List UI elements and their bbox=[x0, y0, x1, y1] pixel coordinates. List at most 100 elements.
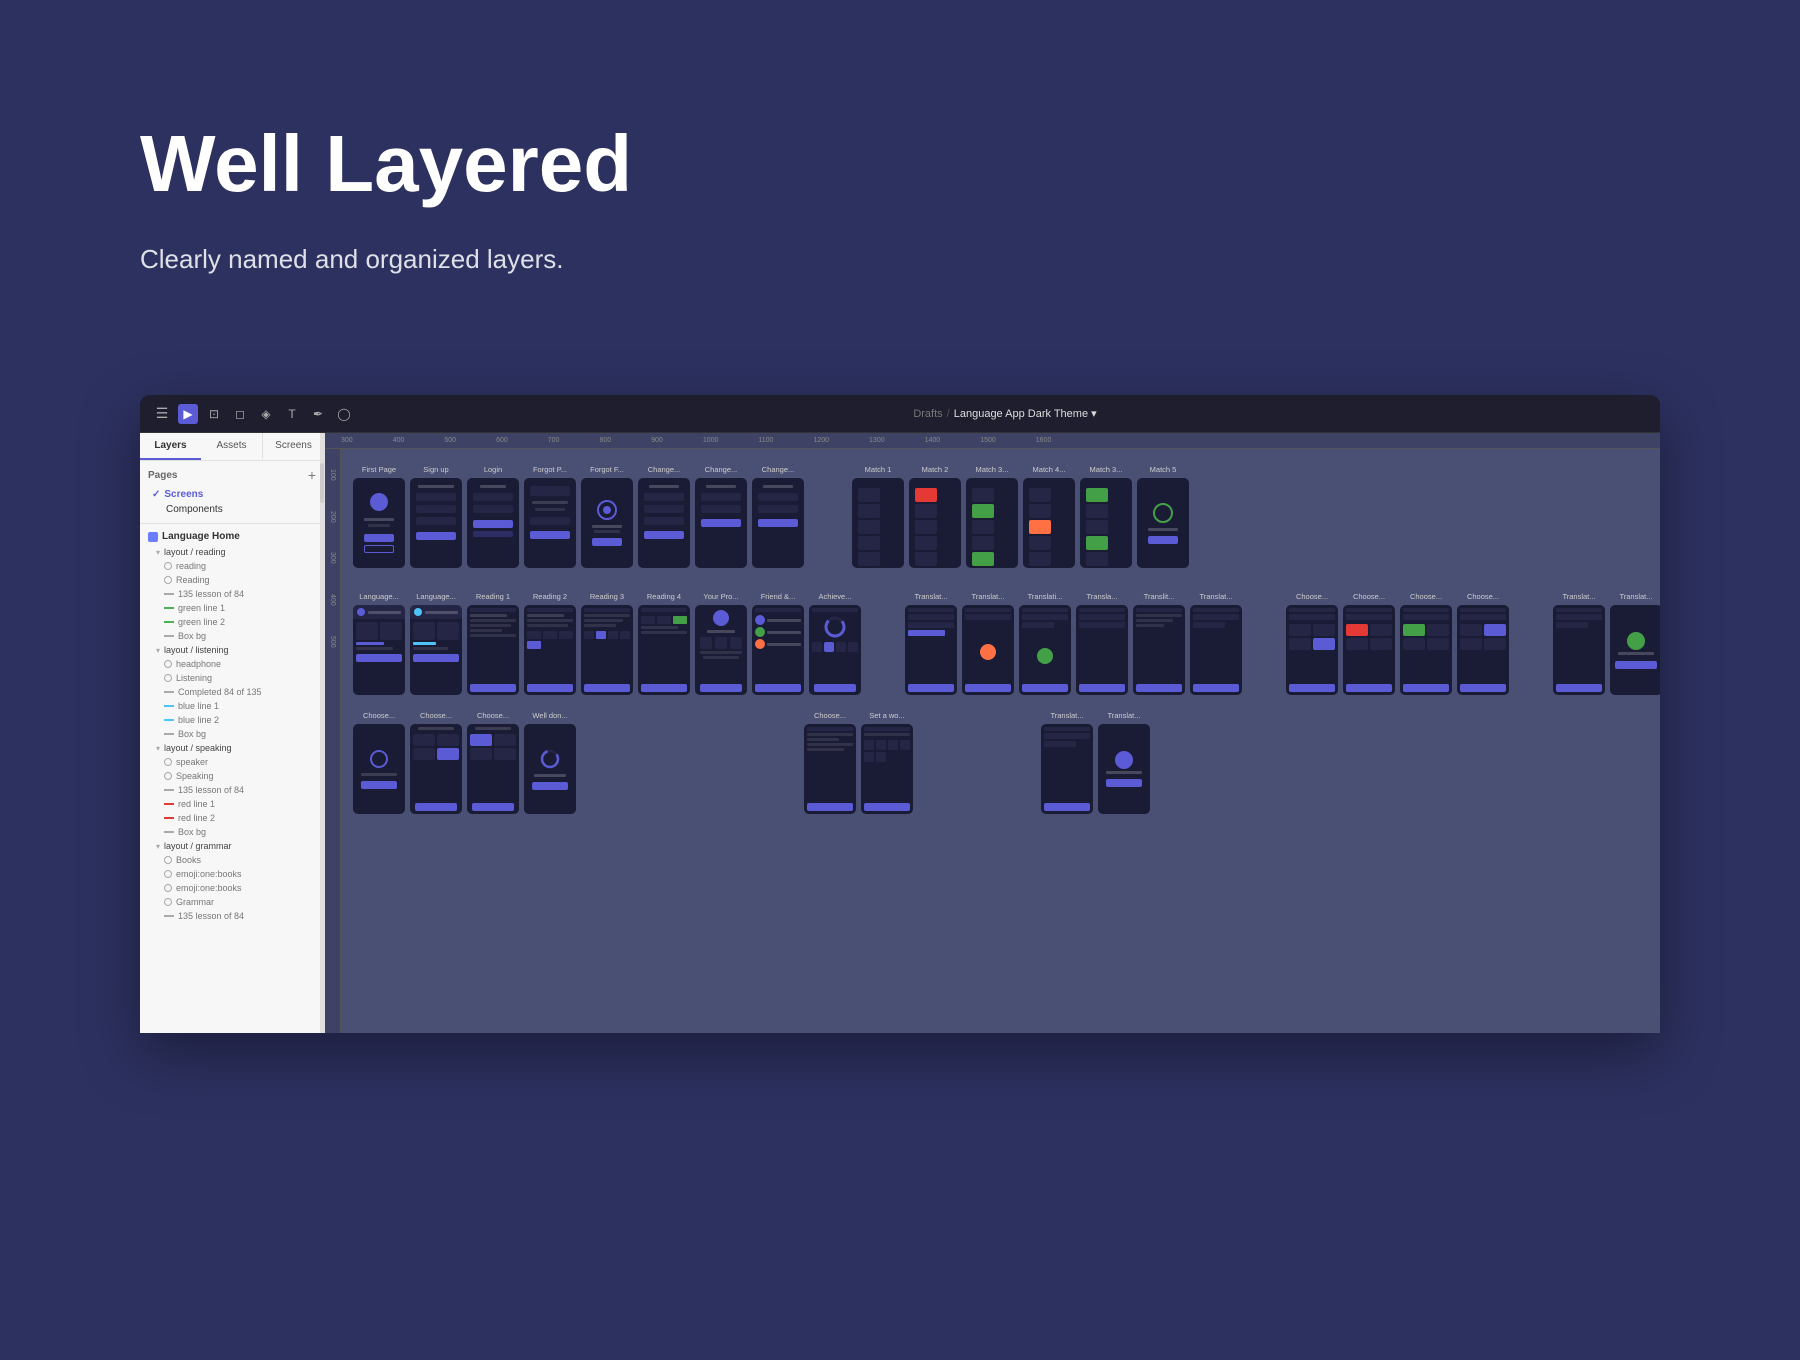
frame-tool[interactable]: ⊡ bbox=[204, 404, 224, 424]
screen-forgot-p[interactable] bbox=[524, 478, 576, 568]
screen-signup[interactable] bbox=[410, 478, 462, 568]
translate-screens bbox=[905, 605, 1242, 695]
screen-achievements[interactable] bbox=[809, 605, 861, 695]
screen-match-5[interactable] bbox=[1080, 478, 1132, 568]
layer-speaker[interactable]: speaker bbox=[140, 755, 324, 769]
layer-Speaking[interactable]: Speaking bbox=[140, 769, 324, 783]
layer-135-lesson-speak[interactable]: 135 lesson of 84 bbox=[140, 783, 324, 797]
page-components[interactable]: Components bbox=[148, 502, 316, 517]
layer-name: green line 1 bbox=[178, 603, 225, 613]
screen-translate-5[interactable] bbox=[1133, 605, 1185, 695]
layer-Reading[interactable]: Reading bbox=[140, 573, 324, 587]
layer-headphone[interactable]: headphone bbox=[140, 657, 324, 671]
shape-tool[interactable]: ◻ bbox=[230, 404, 250, 424]
tab-layers[interactable]: Layers bbox=[140, 433, 201, 460]
screen-label: Language... bbox=[410, 592, 462, 601]
screen-language-home-2[interactable] bbox=[410, 605, 462, 695]
layer-blue-1[interactable]: blue line 1 bbox=[140, 699, 324, 713]
layer-red-1[interactable]: red line 1 bbox=[140, 797, 324, 811]
canvas[interactable]: 300 400 500 600 700 800 900 1000 1100 12… bbox=[325, 433, 1660, 1033]
layer-completed[interactable]: Completed 84 of 135 bbox=[140, 685, 324, 699]
layer-box-bg-speaking[interactable]: Box bg bbox=[140, 825, 324, 839]
screen-change-3[interactable] bbox=[752, 478, 804, 568]
translate2-screens bbox=[1553, 605, 1660, 695]
screen-your-profile[interactable] bbox=[695, 605, 747, 695]
tab-assets[interactable]: Assets bbox=[201, 433, 262, 460]
screen-label: Translat... bbox=[962, 592, 1014, 601]
screen-change-2[interactable] bbox=[695, 478, 747, 568]
ruler-label: 1200 bbox=[813, 437, 829, 444]
component-tool[interactable]: ◈ bbox=[256, 404, 276, 424]
choose-set-screens bbox=[804, 724, 913, 814]
pen-tool[interactable]: ✒ bbox=[308, 404, 328, 424]
screen-translate-3[interactable] bbox=[1019, 605, 1071, 695]
screen-choose-3[interactable] bbox=[1400, 605, 1452, 695]
layer-green-2[interactable]: green line 2 bbox=[140, 615, 324, 629]
screen-translate-4[interactable] bbox=[1076, 605, 1128, 695]
text-tool[interactable]: T bbox=[282, 404, 302, 424]
layer-135-lesson-grammar[interactable]: 135 lesson of 84 bbox=[140, 909, 324, 923]
screen-label: Translat... bbox=[905, 592, 957, 601]
pages-label: Pages bbox=[148, 470, 177, 481]
screen-label: Change... bbox=[752, 465, 804, 474]
scroll-thumb[interactable] bbox=[320, 463, 324, 503]
layer-Grammar[interactable]: Grammar bbox=[140, 895, 324, 909]
layer-layout-grammar[interactable]: ▾ layout / grammar bbox=[140, 839, 324, 853]
screen-match-1[interactable] bbox=[852, 478, 904, 568]
screen-match-2[interactable] bbox=[909, 478, 961, 568]
screen-translate-3-1[interactable] bbox=[1041, 724, 1093, 814]
screen-reading-2[interactable] bbox=[524, 605, 576, 695]
layer-reading-1[interactable]: reading bbox=[140, 559, 324, 573]
screen-choose-wd-1[interactable] bbox=[353, 724, 405, 814]
comment-tool[interactable]: ◯ bbox=[334, 404, 354, 424]
screen-translate-2-1[interactable] bbox=[1553, 605, 1605, 695]
breadcrumb-current[interactable]: Language App Dark Theme ▾ bbox=[954, 407, 1097, 420]
screen-friends[interactable] bbox=[752, 605, 804, 695]
screen-translate-6[interactable] bbox=[1190, 605, 1242, 695]
layer-emoji-books-2[interactable]: emoji:one:books bbox=[140, 881, 324, 895]
ruler-label: 1400 bbox=[925, 437, 941, 444]
screen-reading-4[interactable] bbox=[638, 605, 690, 695]
screen-reading-1[interactable] bbox=[467, 605, 519, 695]
screen-language-home-1[interactable] bbox=[353, 605, 405, 695]
layer-box-bg-reading[interactable]: Box bg bbox=[140, 629, 324, 643]
layer-box-bg-listening[interactable]: Box bg bbox=[140, 727, 324, 741]
screen-login[interactable] bbox=[467, 478, 519, 568]
screen-choose-wd-2[interactable] bbox=[410, 724, 462, 814]
screen-well-done[interactable] bbox=[524, 724, 576, 814]
layer-layout-reading[interactable]: ▾ layout / reading bbox=[140, 545, 324, 559]
add-page-button[interactable]: + bbox=[308, 467, 316, 483]
screen-translate-3-2[interactable] bbox=[1098, 724, 1150, 814]
layer-135-lesson[interactable]: 135 lesson of 84 bbox=[140, 587, 324, 601]
screen-set-word[interactable] bbox=[861, 724, 913, 814]
screen-reading-3[interactable] bbox=[581, 605, 633, 695]
layer-emoji-books-1[interactable]: emoji:one:books bbox=[140, 867, 324, 881]
layer-layout-speaking[interactable]: ▾ layout / speaking bbox=[140, 741, 324, 755]
cursor-tool[interactable]: ▶ bbox=[178, 404, 198, 424]
screen-translate-2-2[interactable] bbox=[1610, 605, 1660, 695]
screen-match-3[interactable] bbox=[966, 478, 1018, 568]
screen-choose-set-1[interactable] bbox=[804, 724, 856, 814]
layer-green-1[interactable]: green line 1 bbox=[140, 601, 324, 615]
screen-match-6[interactable] bbox=[1137, 478, 1189, 568]
screen-choose-1[interactable] bbox=[1286, 605, 1338, 695]
screen-choose-2[interactable] bbox=[1343, 605, 1395, 695]
screen-change-1[interactable] bbox=[638, 478, 690, 568]
screen-choose-4[interactable] bbox=[1457, 605, 1509, 695]
ruler-label: 900 bbox=[651, 437, 663, 444]
layer-group-language-home[interactable]: Language Home bbox=[140, 528, 324, 545]
layer-Books[interactable]: Books bbox=[140, 853, 324, 867]
layer-Listening[interactable]: Listening bbox=[140, 671, 324, 685]
screen-first-page[interactable] bbox=[353, 478, 405, 568]
screen-translate-1[interactable] bbox=[905, 605, 957, 695]
menu-icon[interactable]: ☰ bbox=[152, 404, 172, 424]
screen-translate-2[interactable] bbox=[962, 605, 1014, 695]
layer-blue-2[interactable]: blue line 2 bbox=[140, 713, 324, 727]
page-screens[interactable]: ✓ Screens bbox=[148, 487, 316, 502]
screen-match-4[interactable] bbox=[1023, 478, 1075, 568]
screen-forgot-f[interactable] bbox=[581, 478, 633, 568]
tab-screens[interactable]: Screens bbox=[262, 433, 324, 460]
screen-choose-wd-3[interactable] bbox=[467, 724, 519, 814]
layer-red-2[interactable]: red line 2 bbox=[140, 811, 324, 825]
layer-layout-listening[interactable]: ▾ layout / listening bbox=[140, 643, 324, 657]
